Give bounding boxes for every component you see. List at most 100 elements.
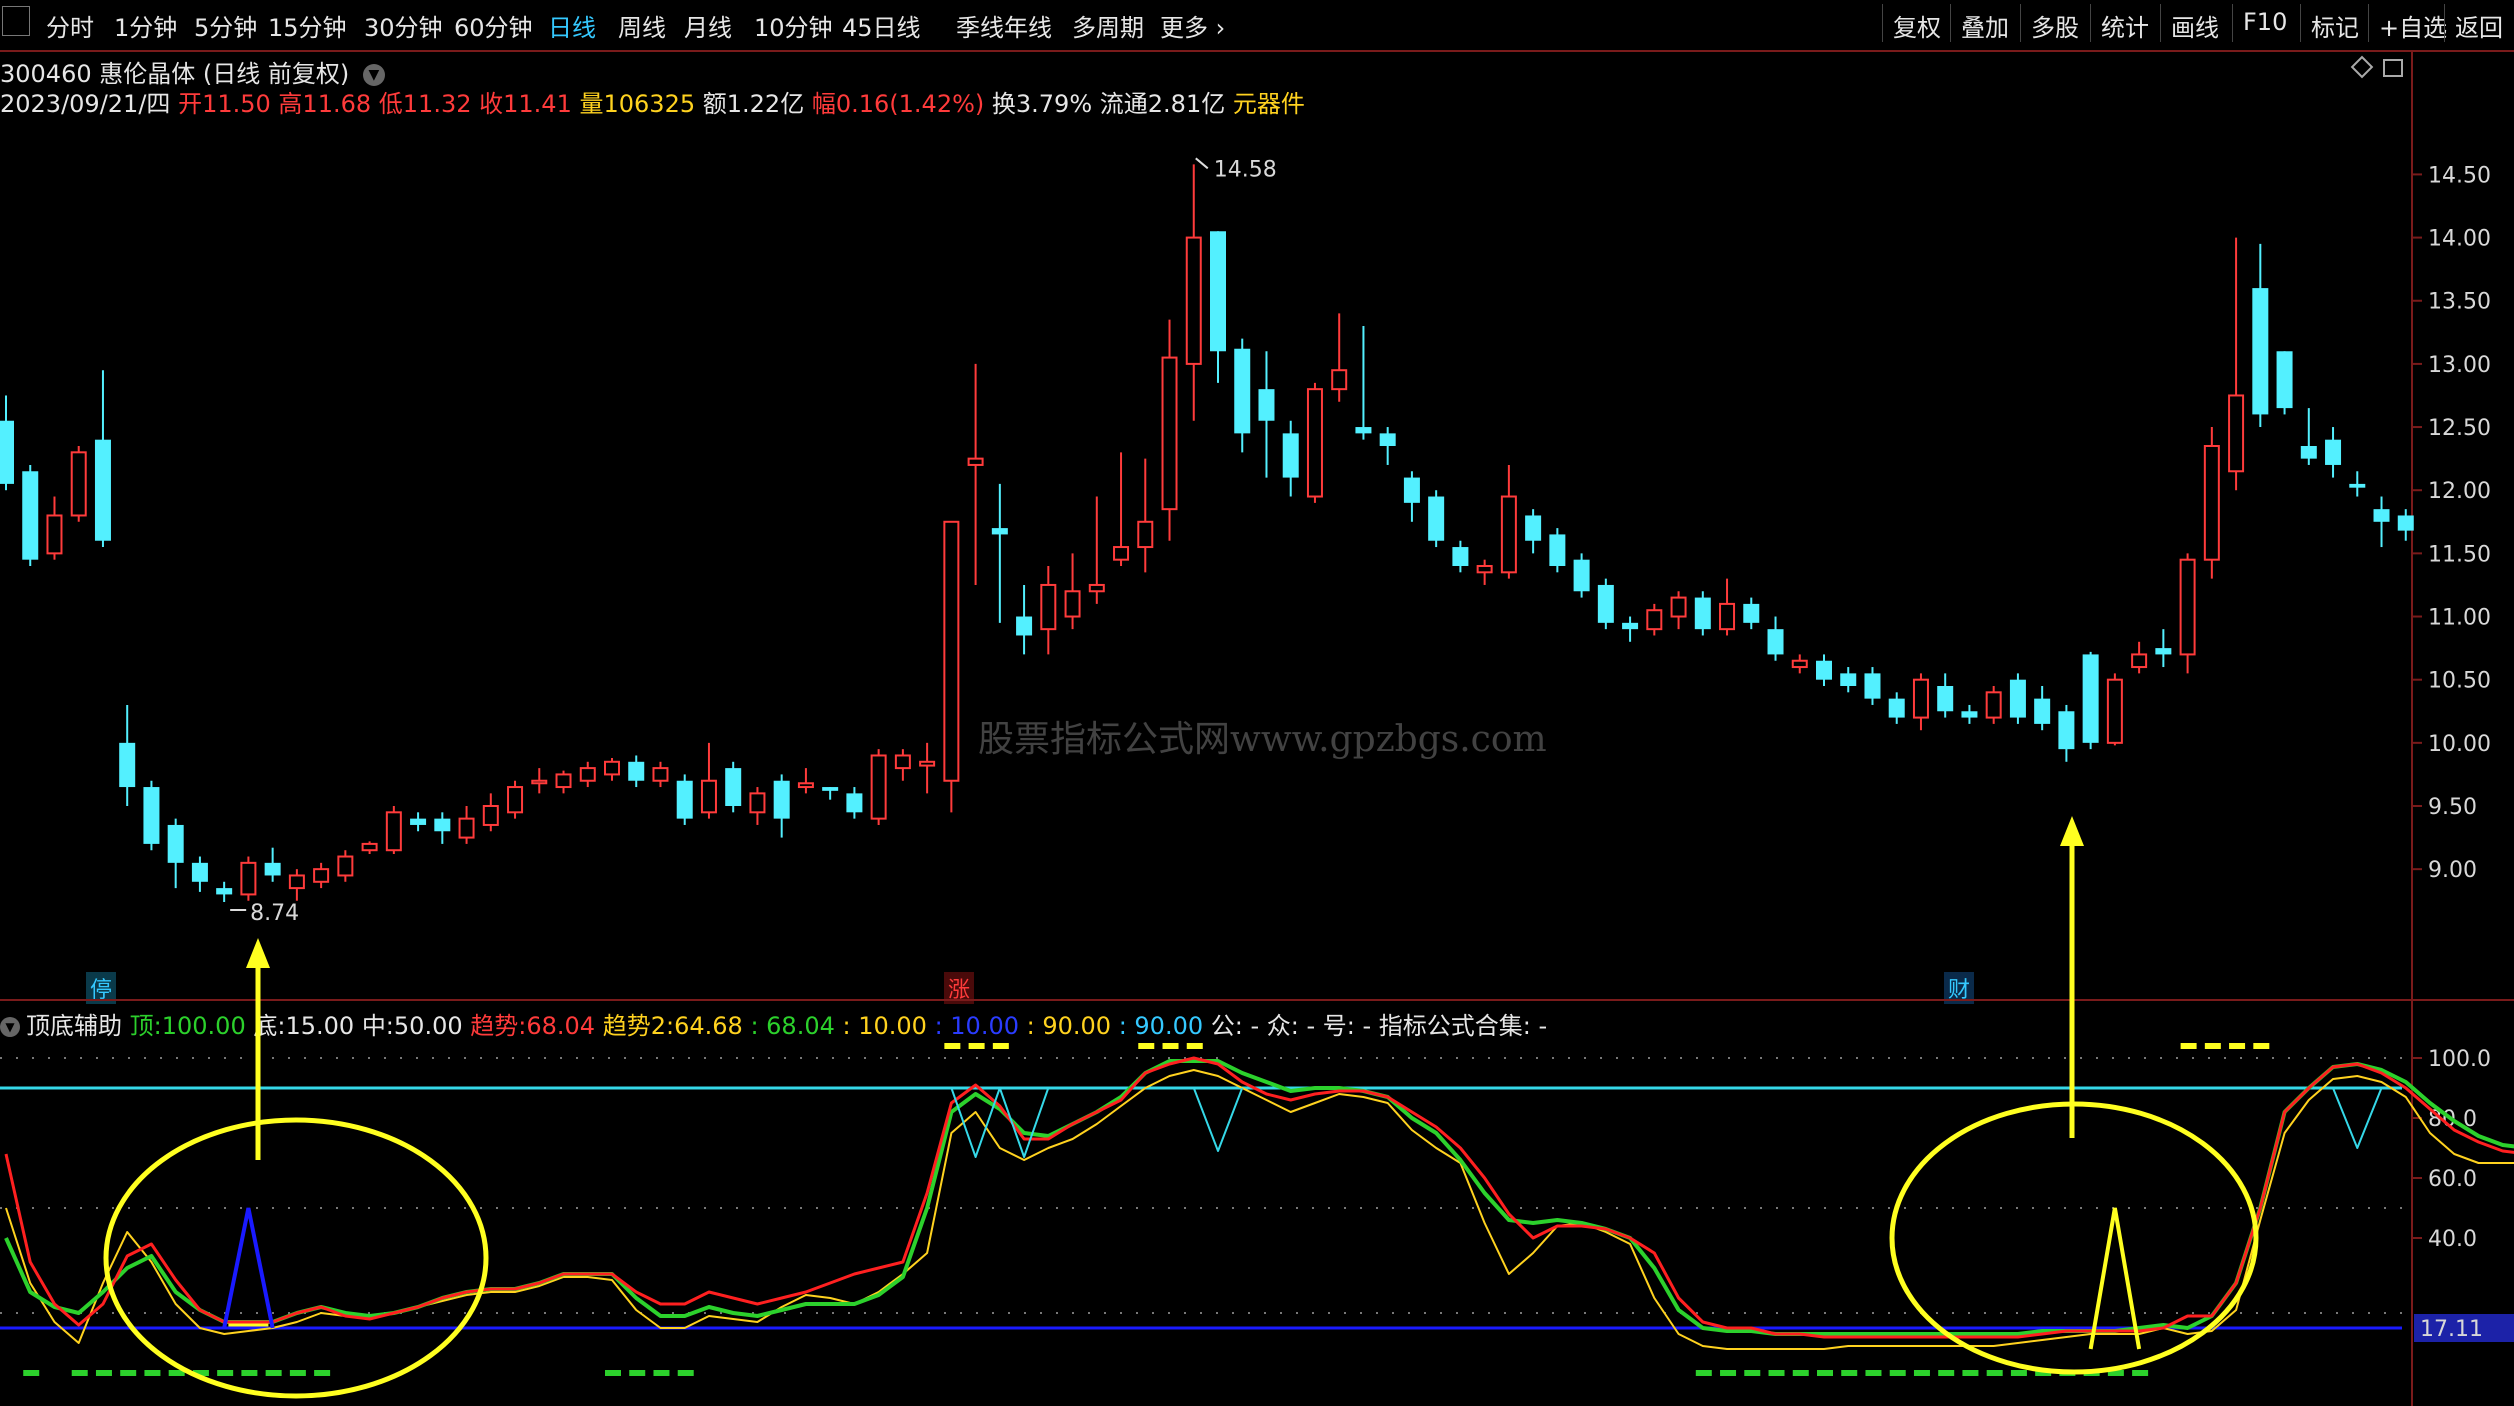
- price-tick-label: 14.50: [2428, 163, 2491, 188]
- candle-body: [894, 754, 911, 770]
- candle-body: [70, 451, 87, 517]
- candle-body: [191, 862, 208, 882]
- candle-body: [2203, 445, 2220, 561]
- candle-body: [579, 767, 596, 782]
- price-tick-label: 13.50: [2428, 290, 2491, 315]
- candle-body: [1961, 711, 1978, 718]
- candle-body: [216, 888, 233, 895]
- price-tick-label: 9.00: [2428, 858, 2477, 883]
- candle-body: [967, 457, 984, 466]
- candle-body: [143, 787, 160, 844]
- candle-body: [410, 818, 427, 825]
- candle-body: [288, 874, 305, 890]
- ind-tick-label: 40.0: [2428, 1227, 2477, 1252]
- candle-body: [361, 842, 378, 852]
- candle-body: [2058, 711, 2075, 750]
- candle-body: [1306, 388, 1323, 498]
- candle-body: [2252, 288, 2269, 415]
- candle-body: [2106, 678, 2123, 744]
- candle-body: [1379, 433, 1396, 446]
- candle-body: [676, 780, 693, 819]
- price-tick-label: 10.50: [2428, 669, 2491, 694]
- candle-body: [167, 824, 184, 863]
- annotation-arrowhead-right: [2060, 816, 2084, 846]
- candle-body: [700, 779, 717, 814]
- price-tick-label: 11.00: [2428, 606, 2491, 631]
- candle-body: [555, 773, 572, 789]
- candle-body: [1282, 433, 1299, 478]
- candle-body: [2155, 648, 2172, 655]
- candle-body: [991, 528, 1008, 535]
- ind-tick-label: 100.0: [2428, 1047, 2491, 1072]
- candle-body: [1985, 691, 2002, 719]
- candle-body: [1597, 584, 1614, 623]
- candle-body: [46, 514, 63, 555]
- candle-body: [1573, 559, 1590, 592]
- candle-body: [22, 471, 39, 560]
- candle-body: [531, 779, 548, 785]
- chart-canvas: 14.50 14.00 13.50 13.00 12.50 12.00 11.50 11.00…: [0, 52, 2514, 1406]
- blue-spike: [222, 1207, 275, 1329]
- candle-body: [1137, 520, 1154, 549]
- window-icon: [2383, 59, 2403, 77]
- candle-body: [870, 754, 887, 820]
- candle-body: [1937, 686, 1954, 712]
- price-tick-label: 12.00: [2428, 479, 2491, 504]
- candle-body: [652, 767, 669, 782]
- candle-body: [797, 782, 814, 789]
- candle-body: [822, 787, 839, 791]
- candle-body: [1670, 596, 1687, 618]
- candle-body: [1719, 602, 1736, 631]
- candle-body: [2228, 394, 2245, 473]
- ind-tick-label: 60.0: [2428, 1167, 2477, 1192]
- candle-body: [2179, 558, 2196, 656]
- candle-body: [846, 793, 863, 813]
- candle-body: [1549, 534, 1566, 566]
- candle-body: [628, 761, 645, 781]
- candle-body: [1185, 236, 1202, 365]
- candle-body: [1403, 477, 1420, 503]
- candle-body: [1210, 231, 1226, 352]
- candle-body: [1064, 590, 1081, 618]
- candle-body: [2276, 351, 2293, 409]
- high-price-label: 14.58: [1214, 157, 1277, 182]
- candle-body: [2082, 654, 2099, 743]
- candle-body: [2397, 515, 2414, 531]
- candle-body: [1040, 583, 1057, 631]
- candle-body: [1743, 603, 1760, 623]
- candle-body: [1113, 546, 1130, 561]
- candle-body: [1476, 565, 1493, 574]
- candle-body: [1525, 515, 1542, 541]
- annotation-arrowhead-left: [246, 938, 270, 968]
- candle-body: [1428, 496, 1445, 541]
- price-tick-label: 13.00: [2428, 353, 2491, 378]
- candle-body: [604, 760, 620, 776]
- candle-body: [2009, 679, 2026, 718]
- green-line: [4, 1059, 2514, 1336]
- candle-body: [1912, 678, 1929, 719]
- candle-body: [2373, 509, 2390, 522]
- candle-body: [1331, 369, 1348, 391]
- diamond-icon: [2350, 55, 2374, 79]
- candle-body: [385, 811, 402, 852]
- candle-body: [2325, 439, 2342, 465]
- candle-body: [1791, 659, 1808, 669]
- candle-body: [264, 862, 281, 876]
- candle-body: [2034, 698, 2051, 724]
- candle-body: [2300, 446, 2317, 459]
- candle-body: [1864, 673, 1881, 699]
- candle-body: [458, 817, 475, 839]
- price-tick-label: 9.50: [2428, 795, 2477, 820]
- candle-body: [1355, 427, 1372, 434]
- low-price-label: 8.74: [250, 901, 299, 926]
- candle-body: [749, 792, 766, 814]
- candle-body: [1767, 629, 1784, 655]
- candle-body: [337, 855, 354, 877]
- price-tick-label: 14.00: [2428, 227, 2491, 252]
- candle-body: [119, 742, 136, 788]
- candle-body: [919, 760, 936, 767]
- candle-body: [2131, 653, 2148, 669]
- candle-body: [1161, 356, 1178, 511]
- candle-body: [943, 520, 960, 782]
- candle-body: [1452, 547, 1469, 566]
